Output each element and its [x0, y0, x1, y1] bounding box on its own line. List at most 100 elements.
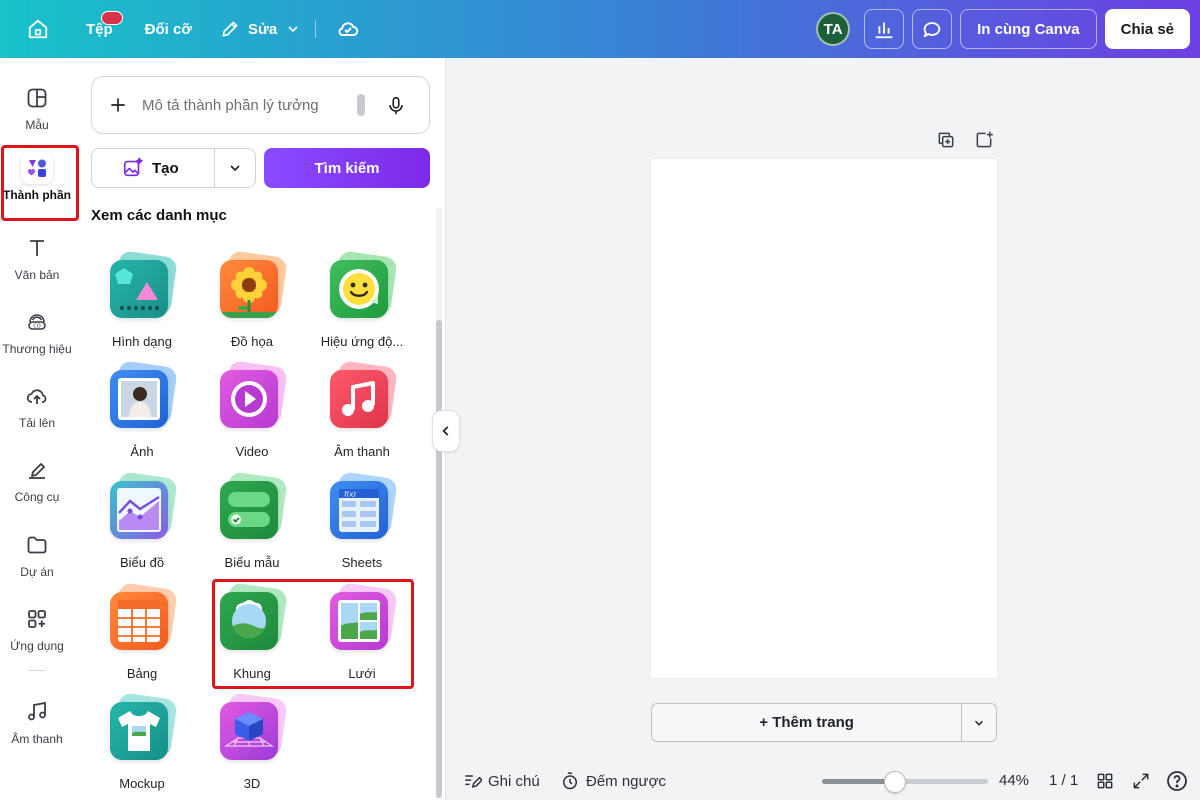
category-grids[interactable]: Lưới [307, 582, 417, 681]
category-animated-effects[interactable]: Hiệu ứng độ... [307, 250, 417, 349]
avatar[interactable]: TA [816, 12, 851, 46]
left-rail: Mẫu Thành phần Văn bản CO Thương hiệu Tả… [0, 58, 74, 800]
category-tables[interactable]: Bảng [87, 582, 197, 681]
zoom-slider[interactable] [822, 771, 988, 793]
category-3d[interactable]: 3D [197, 692, 307, 791]
magic-image-icon [123, 157, 143, 177]
category-charts[interactable]: Biểu đồ [87, 471, 197, 570]
category-label: Ảnh [130, 444, 154, 459]
cube-icon [220, 692, 288, 764]
notification-badge [100, 10, 123, 25]
comments-button[interactable] [912, 9, 953, 49]
duplicate-page-icon[interactable] [936, 130, 956, 150]
cloud-save-button[interactable] [330, 11, 366, 47]
category-label: Đồ họa [231, 334, 273, 349]
search-input[interactable]: Mô tả thành phần lý tưởng [91, 76, 430, 134]
tshirt-icon [110, 692, 178, 764]
divider [214, 149, 215, 187]
rail-item-label: Dự án [20, 565, 54, 579]
add-page-button-group: + Thêm trang [651, 703, 997, 742]
analytics-button[interactable] [864, 9, 905, 49]
edit-menu[interactable]: Sửa [220, 19, 301, 39]
rail-item-label: Văn bản [14, 268, 60, 282]
bar-chart-icon [875, 22, 893, 39]
plus-icon[interactable] [108, 95, 128, 115]
zoom-level[interactable]: 44% [999, 772, 1029, 789]
bottom-bar: Ghi chú Đếm ngược 44% 1 / 1 [447, 762, 1200, 800]
resize-menu-label: Đổi cỡ [144, 20, 193, 38]
zoom-slider-knob[interactable] [884, 771, 906, 793]
rail-item-uploads[interactable]: Tải lên [0, 380, 74, 430]
pencil-icon [222, 21, 238, 37]
grid-view-icon[interactable] [1095, 771, 1115, 791]
svg-text:f(x): f(x) [344, 491, 356, 499]
category-label: Biểu mẫu [224, 555, 280, 570]
home-button[interactable] [20, 11, 56, 47]
text-icon [21, 232, 53, 264]
category-mockups[interactable]: Mockup [87, 692, 197, 791]
category-photos[interactable]: Ảnh [87, 360, 197, 459]
category-sheets[interactable]: f(x) Sheets [307, 471, 417, 570]
category-graphics[interactable]: Đồ họa [197, 250, 307, 349]
chevron-down-icon[interactable] [227, 160, 243, 176]
design-page[interactable] [651, 159, 997, 678]
tools-icon [21, 454, 53, 486]
collapse-panel-button[interactable] [432, 410, 460, 452]
category-forms[interactable]: Biểu mẫu [197, 471, 307, 570]
add-page-button[interactable]: + Thêm trang [652, 714, 961, 731]
rail-item-elements[interactable]: Thành phần [0, 152, 74, 202]
print-with-canva-button[interactable]: In cùng Canva [960, 9, 1097, 49]
home-icon [28, 19, 48, 39]
rail-item-label: Ứng dụng [10, 639, 64, 653]
apps-icon [21, 603, 53, 635]
chevron-down-icon [288, 26, 298, 33]
frame-icon [220, 582, 288, 654]
edit-menu-label: Sửa [248, 20, 278, 38]
sticker-icon [330, 250, 398, 322]
timer-button[interactable]: Đếm ngược [560, 771, 666, 791]
scrollbar-thumb[interactable] [436, 320, 442, 798]
photo-icon [110, 360, 178, 432]
resize-menu[interactable]: Đổi cỡ [135, 21, 202, 38]
microphone-icon[interactable] [385, 94, 407, 118]
rail-item-audio[interactable]: Âm thanh [0, 696, 74, 746]
brand-icon: CO [21, 306, 53, 338]
category-label: Khung [233, 666, 271, 681]
svg-text:CO: CO [33, 324, 40, 330]
file-menu[interactable]: Tệp [76, 10, 123, 38]
generate-button[interactable]: Tạo [91, 148, 256, 188]
rail-item-brand[interactable]: CO Thương hiệu [0, 306, 74, 356]
page-counter[interactable]: 1 / 1 [1049, 772, 1078, 789]
fullscreen-icon[interactable] [1131, 771, 1151, 791]
notes-button[interactable]: Ghi chú [462, 771, 540, 791]
search-placeholder: Mô tả thành phần lý tưởng [142, 96, 319, 114]
add-page-options-button[interactable] [962, 716, 996, 730]
folder-icon [21, 529, 53, 561]
category-videos[interactable]: Video [197, 360, 307, 459]
rail-item-tools[interactable]: Công cụ [0, 454, 74, 504]
rail-item-apps[interactable]: Ứng dụng [0, 603, 74, 653]
chart-icon [110, 471, 178, 543]
rail-item-projects[interactable]: Dự án [0, 529, 74, 579]
category-label: Lưới [348, 666, 376, 681]
category-audio[interactable]: Âm thanh [307, 360, 417, 459]
rail-item-text[interactable]: Văn bản [0, 232, 74, 282]
category-frames[interactable]: Khung [197, 582, 307, 681]
upload-icon [21, 380, 53, 412]
share-button[interactable]: Chia sẻ [1104, 9, 1190, 49]
scrollbar-indicator [357, 94, 365, 116]
help-icon[interactable] [1165, 769, 1189, 793]
divider [315, 20, 317, 38]
timer-label: Đếm ngược [586, 772, 666, 790]
rail-item-templates[interactable]: Mẫu [0, 82, 74, 132]
search-button[interactable]: Tìm kiếm [264, 148, 430, 188]
generate-label: Tạo [152, 159, 179, 177]
cloud-check-icon [338, 22, 359, 36]
add-page-icon[interactable] [974, 130, 994, 150]
category-label: 3D [243, 776, 261, 791]
music-note-icon [330, 360, 398, 432]
rail-item-label: Tải lên [18, 416, 56, 430]
category-shapes[interactable]: Hình dạng [87, 250, 197, 349]
category-label: Biểu đồ [119, 555, 165, 570]
category-label: Video [235, 444, 269, 459]
